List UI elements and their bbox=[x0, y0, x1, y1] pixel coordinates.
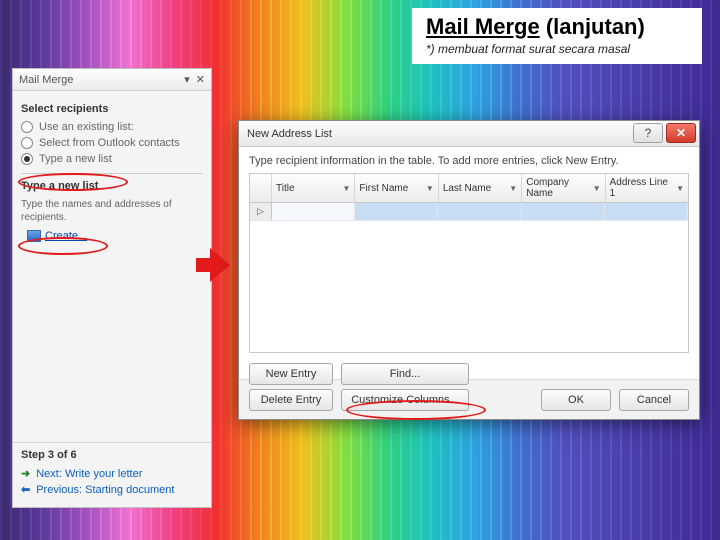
arrow-left-icon: ⬅ bbox=[21, 483, 30, 496]
type-new-instruction: Type the names and addresses of recipien… bbox=[21, 198, 203, 224]
chevron-down-icon[interactable]: ▼ bbox=[676, 184, 684, 193]
mailmerge-taskpane: Mail Merge ▾ ✕ Select recipients Use an … bbox=[12, 68, 212, 508]
slide-header: Mail Merge (lanjutan) *) membuat format … bbox=[412, 8, 702, 64]
next-step-link[interactable]: ➜ Next: Write your letter bbox=[21, 467, 203, 480]
grid-header: Title▼ First Name▼ Last Name▼ Company Na… bbox=[250, 174, 688, 203]
radio-use-existing-label: Use an existing list: bbox=[39, 121, 134, 133]
cell[interactable] bbox=[355, 203, 438, 221]
taskpane-footer: Step 3 of 6 ➜ Next: Write your letter ⬅ … bbox=[13, 442, 211, 507]
delete-entry-button[interactable]: Delete Entry bbox=[249, 389, 333, 411]
col-lastname[interactable]: Last Name▼ bbox=[439, 174, 522, 202]
address-grid[interactable]: Title▼ First Name▼ Last Name▼ Company Na… bbox=[249, 173, 689, 353]
grid-corner bbox=[250, 174, 272, 202]
new-entry-button[interactable]: New Entry bbox=[249, 363, 333, 385]
create-icon bbox=[27, 230, 41, 242]
radio-type-new-label: Type a new list bbox=[39, 153, 112, 165]
table-row[interactable]: ▷ bbox=[250, 203, 688, 221]
step-indicator: Step 3 of 6 bbox=[21, 449, 203, 461]
radio-type-new[interactable]: Type a new list bbox=[21, 153, 203, 165]
customize-columns-button[interactable]: Customize Columns... bbox=[341, 389, 469, 411]
radio-use-existing[interactable]: Use an existing list: bbox=[21, 121, 203, 133]
section-type-new: Type a new list bbox=[21, 180, 203, 192]
chevron-down-icon[interactable]: ▼ bbox=[426, 184, 434, 193]
dialog-instruction: Type recipient information in the table.… bbox=[249, 155, 689, 167]
section-select-recipients: Select recipients bbox=[21, 103, 203, 115]
radio-outlook[interactable]: Select from Outlook contacts bbox=[21, 137, 203, 149]
cell[interactable] bbox=[272, 203, 355, 221]
chevron-down-icon[interactable]: ▼ bbox=[593, 184, 601, 193]
col-address1[interactable]: Address Line 1▼ bbox=[606, 174, 688, 202]
cancel-button[interactable]: Cancel bbox=[619, 389, 689, 411]
radio-icon bbox=[21, 121, 33, 133]
create-link[interactable]: Create... bbox=[27, 230, 87, 242]
prev-step-label: Previous: Starting document bbox=[36, 484, 174, 496]
taskpane-title: Mail Merge bbox=[19, 74, 73, 86]
radio-icon bbox=[21, 137, 33, 149]
col-title[interactable]: Title▼ bbox=[272, 174, 355, 202]
taskpane-dropdown-icon[interactable]: ▾ bbox=[184, 73, 190, 86]
chevron-down-icon[interactable]: ▼ bbox=[342, 184, 350, 193]
arrow-right-icon: ➜ bbox=[21, 467, 30, 480]
slide-subtitle: *) membuat format surat secara masal bbox=[426, 42, 688, 56]
radio-icon bbox=[21, 153, 33, 165]
close-button[interactable]: ✕ bbox=[666, 123, 696, 143]
col-firstname[interactable]: First Name▼ bbox=[355, 174, 438, 202]
cell[interactable] bbox=[605, 203, 688, 221]
cell[interactable] bbox=[522, 203, 605, 221]
next-step-label: Next: Write your letter bbox=[36, 468, 142, 480]
help-button[interactable]: ? bbox=[633, 123, 663, 143]
row-selector[interactable]: ▷ bbox=[250, 203, 272, 221]
create-link-label: Create... bbox=[45, 230, 87, 242]
slide-title-suffix: (lanjutan) bbox=[546, 14, 645, 39]
find-button[interactable]: Find... bbox=[341, 363, 469, 385]
cell[interactable] bbox=[438, 203, 521, 221]
radio-outlook-label: Select from Outlook contacts bbox=[39, 137, 180, 149]
col-company[interactable]: Company Name▼ bbox=[522, 174, 605, 202]
dialog-title: New Address List bbox=[247, 128, 332, 140]
chevron-down-icon[interactable]: ▼ bbox=[509, 184, 517, 193]
new-address-list-dialog: New Address List ? ✕ Type recipient info… bbox=[238, 120, 700, 420]
dialog-titlebar: New Address List ? ✕ bbox=[239, 121, 699, 147]
divider bbox=[21, 173, 203, 174]
ok-button[interactable]: OK bbox=[541, 389, 611, 411]
taskpane-header: Mail Merge ▾ ✕ bbox=[13, 69, 211, 91]
close-icon[interactable]: ✕ bbox=[196, 73, 205, 86]
prev-step-link[interactable]: ⬅ Previous: Starting document bbox=[21, 483, 203, 496]
slide-title: Mail Merge (lanjutan) bbox=[426, 14, 688, 40]
slide-title-main: Mail Merge bbox=[426, 14, 540, 39]
